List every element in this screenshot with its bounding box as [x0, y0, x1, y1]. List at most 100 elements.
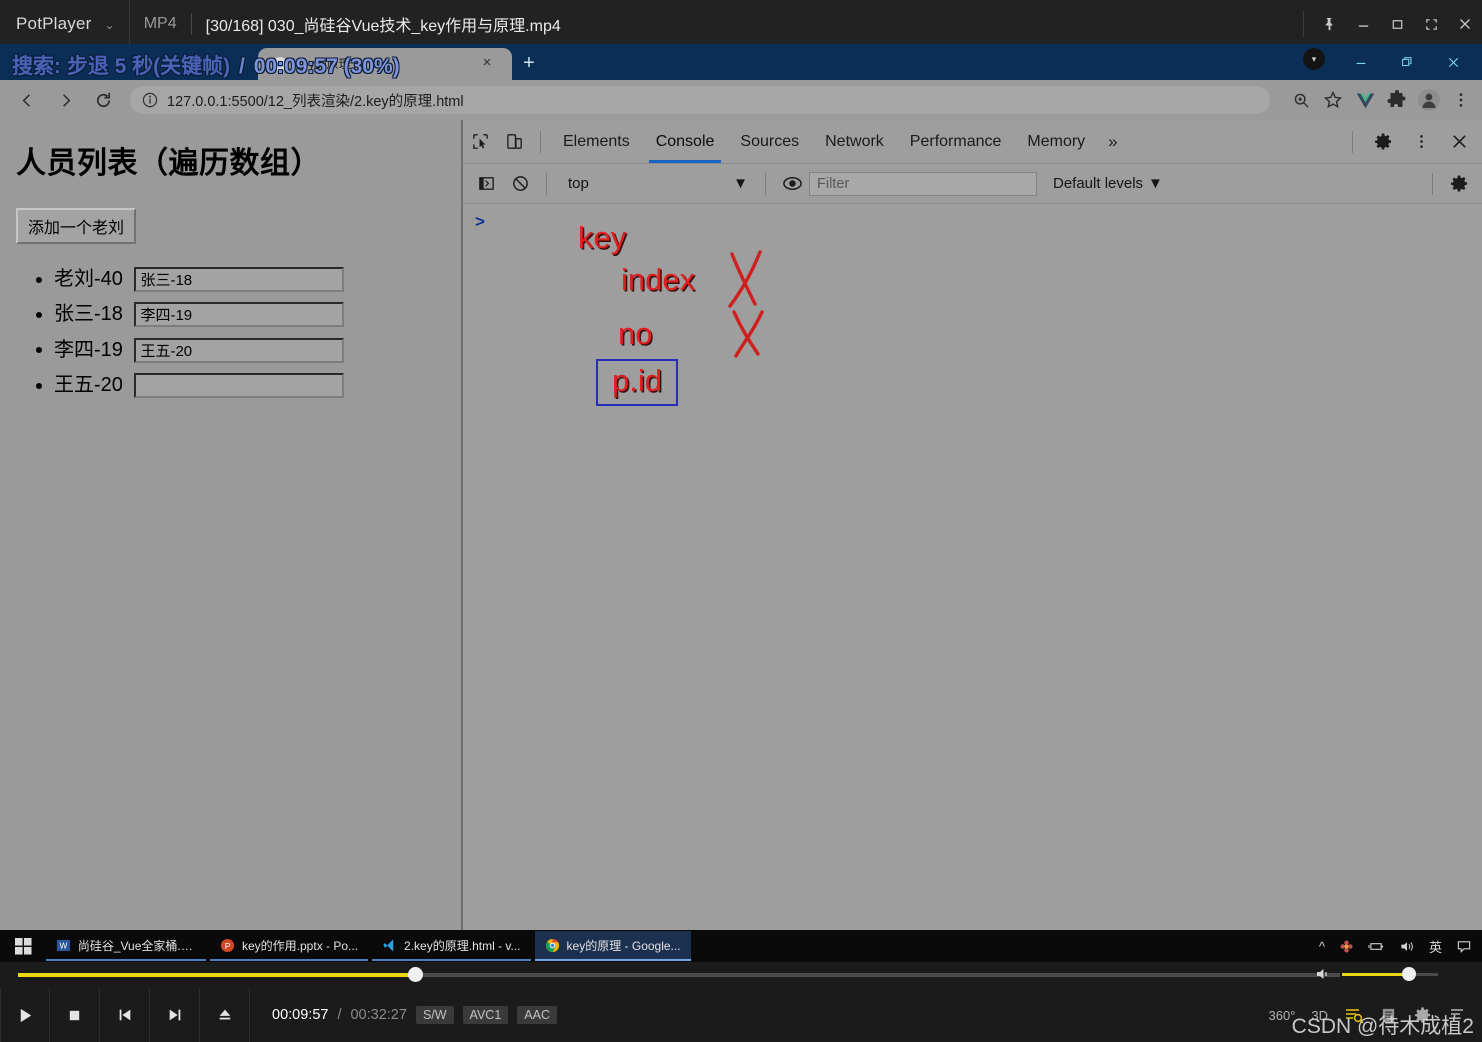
devtools-panel: Elements Console Sources Network Perform… — [463, 120, 1482, 930]
battery-icon[interactable] — [1368, 939, 1385, 954]
extensions-icon[interactable] — [1384, 87, 1410, 113]
volume-slider-handle[interactable] — [1402, 966, 1417, 981]
forward-icon[interactable] — [52, 87, 78, 113]
close-devtools-icon[interactable] — [1442, 127, 1476, 157]
vue-devtools-icon[interactable] — [1352, 87, 1378, 113]
back-icon[interactable] — [14, 87, 40, 113]
taskbar-item-vscode[interactable]: 2.key的原理.html - v... — [372, 931, 531, 961]
chrome-nav-buttons — [0, 87, 116, 113]
annotation-key: key — [578, 220, 627, 255]
console-filter-input[interactable] — [809, 171, 1037, 196]
taskbar-item-word[interactable]: W 尚硅谷_Vue全家桶.d... — [46, 931, 206, 961]
settings-gear-icon[interactable] — [1413, 1006, 1432, 1025]
tab-memory[interactable]: Memory — [1014, 120, 1098, 163]
tab-elements[interactable]: Elements — [550, 120, 643, 163]
person-input[interactable] — [134, 267, 345, 293]
devtools-tabbar: Elements Console Sources Network Perform… — [463, 120, 1482, 164]
chrome-menu-icon[interactable] — [1448, 87, 1474, 113]
chrome-icon — [545, 938, 559, 952]
ime-label[interactable]: 英 — [1429, 937, 1442, 956]
vr-360-label[interactable]: 360° — [1268, 1008, 1295, 1023]
inspect-element-icon[interactable] — [463, 127, 497, 157]
pin-icon[interactable] — [1312, 0, 1346, 48]
zoom-icon[interactable] — [1288, 87, 1314, 113]
chevron-up-icon[interactable]: ^ — [1319, 939, 1325, 954]
seek-bar-handle[interactable] — [407, 967, 423, 982]
person-list: 老刘-40 张三-18 李四-19 王五-20 — [16, 266, 461, 399]
taskbar-item-chrome[interactable]: key的原理 - Google... — [534, 931, 691, 961]
start-icon[interactable] — [0, 937, 46, 955]
console-toolbar-divider — [546, 172, 547, 195]
previous-button[interactable] — [100, 988, 150, 1042]
annotation-cross-marks-icon — [728, 250, 764, 358]
console-toolbar-divider-2 — [765, 172, 766, 195]
tab-network[interactable]: Network — [812, 120, 897, 163]
action-center-icon[interactable] — [1456, 939, 1472, 954]
windows-taskbar: W 尚硅谷_Vue全家桶.d... P key的作用.pptx - Po... … — [0, 930, 1482, 962]
volume-icon[interactable] — [1315, 966, 1333, 982]
chrome-window-controls — [1338, 44, 1476, 80]
volume-icon[interactable] — [1399, 939, 1415, 954]
time-separator: / — [337, 1007, 342, 1023]
play-button[interactable] — [0, 988, 50, 1042]
word-icon: W — [56, 939, 70, 951]
console-levels-selector[interactable]: Default levels ▼ — [1053, 175, 1163, 192]
live-expression-icon[interactable] — [775, 169, 809, 199]
minimize-icon[interactable] — [1346, 0, 1380, 48]
tab-sources[interactable]: Sources — [727, 120, 812, 163]
chevron-down-icon: ▼ — [1148, 175, 1163, 192]
settings-gear-icon[interactable] — [1366, 127, 1400, 157]
eject-button[interactable] — [200, 988, 250, 1042]
stop-button[interactable] — [50, 988, 100, 1042]
seek-bar-fill — [18, 973, 415, 977]
devtools-menu-icon[interactable] — [1404, 127, 1438, 157]
device-toolbar-icon[interactable] — [497, 127, 531, 157]
console-output-area[interactable]: > key index no p.id — [463, 204, 1482, 930]
new-tab-icon[interactable]: + — [516, 52, 542, 76]
search-playlist-icon[interactable] — [1344, 1006, 1364, 1024]
bookmark-star-icon[interactable] — [1320, 87, 1346, 113]
tab-performance[interactable]: Performance — [897, 120, 1015, 163]
more-tabs-icon[interactable]: » — [1098, 132, 1127, 152]
annotation-pid-box: p.id — [596, 359, 678, 406]
flower-icon[interactable] — [1339, 939, 1354, 954]
console-sidebar-icon[interactable] — [469, 169, 503, 199]
tab-close-icon[interactable]: × — [478, 54, 496, 72]
chrome-favicon-icon — [273, 57, 287, 71]
chrome-restore-icon[interactable] — [1384, 44, 1430, 80]
console-settings-icon[interactable] — [1442, 169, 1476, 199]
address-bar[interactable]: 127.0.0.1:5500/12_列表渲染/2.key的原理.html — [130, 86, 1270, 114]
chrome-close-icon[interactable] — [1430, 44, 1476, 80]
console-context-selector[interactable]: top ▼ — [560, 172, 756, 196]
vscode-icon — [383, 938, 394, 952]
powerpoint-icon: P — [220, 938, 235, 952]
fullscreen-icon[interactable] — [1414, 0, 1448, 48]
site-info-icon[interactable] — [142, 92, 158, 108]
profile-avatar-icon[interactable] — [1416, 87, 1442, 113]
volume-slider[interactable] — [1342, 966, 1438, 981]
tab-console[interactable]: Console — [643, 120, 728, 163]
next-button[interactable] — [150, 988, 200, 1042]
potplayer-brand[interactable]: PotPlayer ⌄ — [0, 14, 115, 34]
taskbar-item-powerpoint[interactable]: P key的作用.pptx - Po... — [210, 931, 369, 961]
add-person-button[interactable]: 添加一个老刘 — [16, 208, 137, 244]
person-input[interactable] — [134, 372, 345, 398]
person-input[interactable] — [134, 337, 345, 363]
person-input[interactable] — [134, 302, 345, 328]
seek-bar[interactable] — [18, 967, 1340, 982]
annotation-pid: p.id — [612, 363, 662, 398]
reload-icon[interactable] — [90, 87, 116, 113]
taskbar-item-label: 2.key的原理.html - v... — [404, 938, 521, 953]
clear-console-icon[interactable] — [503, 169, 537, 199]
maximize-icon[interactable] — [1380, 0, 1414, 48]
mode-3d-label[interactable]: 3D — [1311, 1008, 1328, 1023]
chrome-tabstrip: key的原理 × + — [0, 44, 1482, 80]
seek-row — [0, 962, 1482, 988]
chrome-minimize-icon[interactable] — [1338, 44, 1384, 80]
chevron-down-icon: ⌄ — [104, 18, 115, 32]
osd-badge-icon: ▾ — [1303, 48, 1325, 70]
close-icon[interactable] — [1448, 0, 1482, 48]
playlist-icon[interactable] — [1380, 1007, 1397, 1024]
taskbar-item-label: key的作用.pptx - Po... — [242, 938, 359, 953]
subtitle-icon[interactable] — [1448, 1007, 1466, 1023]
